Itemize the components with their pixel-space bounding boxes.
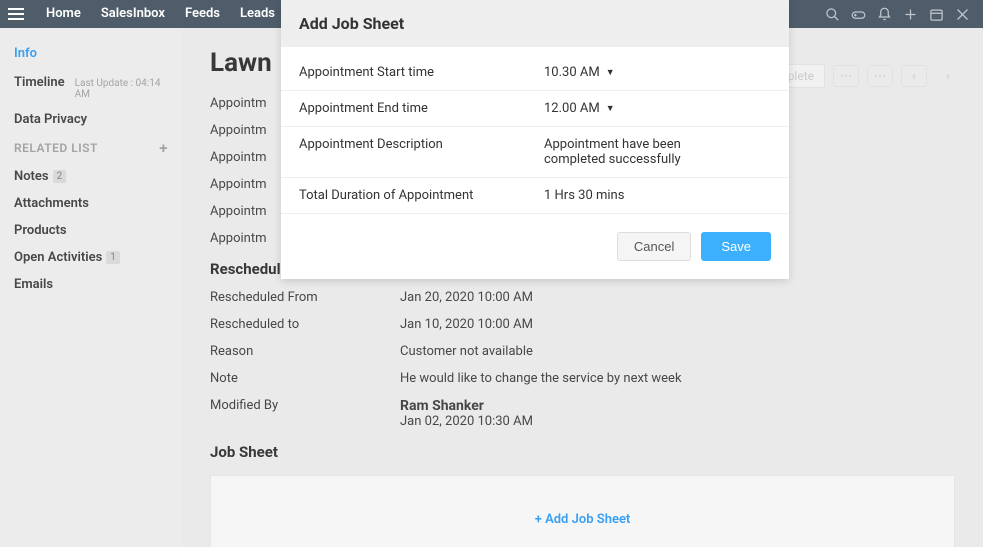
start-time-value: 10.30 AM [544, 65, 600, 80]
modal-footer: Cancel Save [281, 222, 789, 279]
modal-body: Appointment Start time 10.30 AM ▼ Appoin… [281, 47, 789, 222]
cancel-button[interactable]: Cancel [617, 232, 691, 261]
end-time-label: Appointment End time [299, 101, 544, 116]
start-time-label: Appointment Start time [299, 65, 544, 80]
end-time-row: Appointment End time 12.00 AM ▼ [281, 91, 789, 127]
description-label: Appointment Description [299, 137, 544, 152]
end-time-value: 12.00 AM [544, 101, 600, 116]
modal-overlay: Add Job Sheet Appointment Start time 10.… [0, 0, 983, 547]
start-time-dropdown[interactable]: 10.30 AM ▼ [544, 65, 771, 80]
chevron-down-icon: ▼ [606, 103, 615, 114]
add-jobsheet-modal: Add Job Sheet Appointment Start time 10.… [281, 0, 789, 279]
description-row: Appointment Description Appointment have… [281, 127, 789, 177]
modal-title: Add Job Sheet [281, 0, 789, 47]
description-value[interactable]: Appointment have been completed successf… [544, 137, 724, 167]
duration-label: Total Duration of Appointment [299, 188, 544, 203]
end-time-dropdown[interactable]: 12.00 AM ▼ [544, 101, 771, 116]
duration-value: 1 Hrs 30 mins [544, 188, 771, 203]
duration-row: Total Duration of Appointment 1 Hrs 30 m… [281, 177, 789, 214]
chevron-down-icon: ▼ [606, 67, 615, 78]
save-button[interactable]: Save [701, 232, 771, 261]
start-time-row: Appointment Start time 10.30 AM ▼ [281, 55, 789, 91]
